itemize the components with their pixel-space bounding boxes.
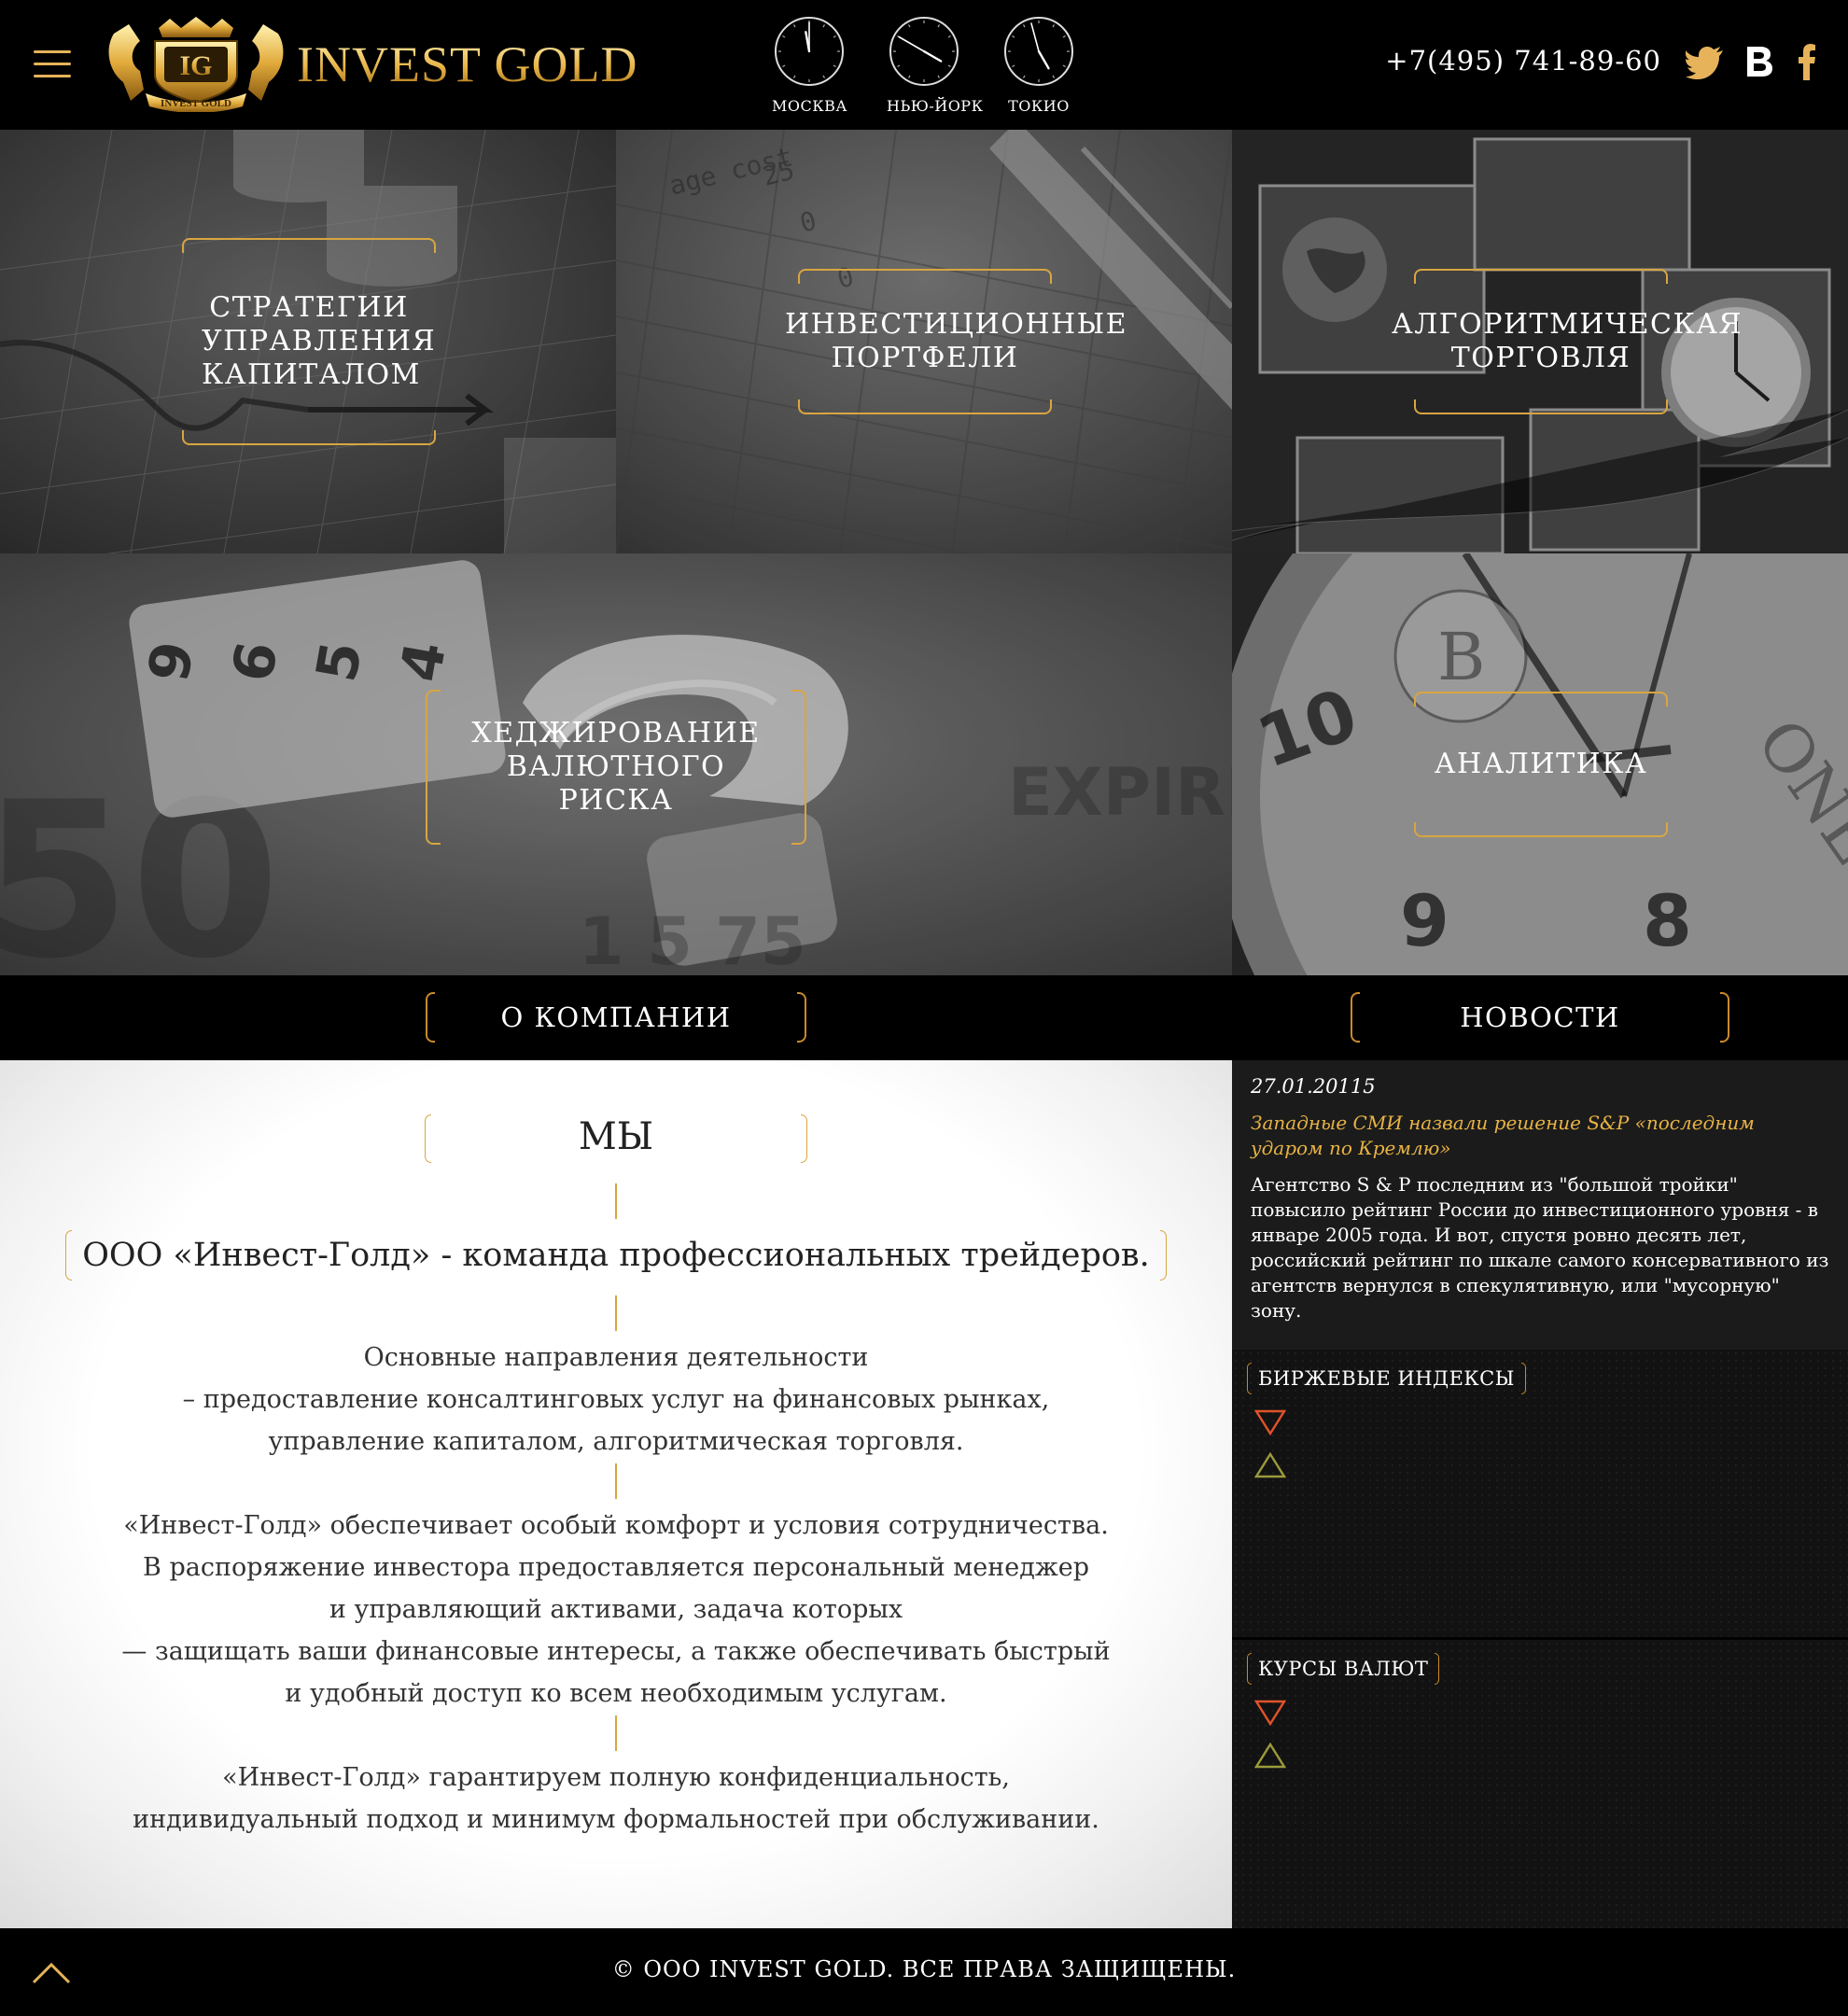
clock-face-icon	[889, 17, 959, 86]
currency-rates-widget: КУРСЫ ВАЛЮТ	[1232, 1640, 1848, 1928]
tile-algorithmic-trading[interactable]: АЛГОРИТМИЧЕСКАЯ ТОРГОВЛЯ	[1232, 130, 1848, 553]
about-title: МЫ	[578, 1115, 654, 1158]
divider	[615, 1715, 617, 1751]
logo[interactable]: IG INVEST GOLD	[103, 15, 289, 112]
clock-face-icon	[775, 17, 844, 86]
tile-label: АЛГОРИТМИЧЕСКАЯ ТОРГОВЛЯ	[1392, 308, 1743, 374]
clock-face-icon	[1004, 17, 1073, 86]
site-header: IG INVEST GOLD INVEST GOLD МОСКВА НЬЮ-ЙО…	[0, 0, 1848, 130]
phone-number[interactable]: +7(495) 741-89-60	[1385, 45, 1661, 77]
tile-label: ХЕДЖИРОВАНИЕ ВАЛЮТНОГО РИСКА	[471, 717, 761, 817]
text-line: В распоряжение инвестора предоставляется…	[143, 1553, 1089, 1582]
brand-name[interactable]: INVEST GOLD	[297, 35, 637, 93]
tile-label-frame: АНАЛИТИКА	[1414, 692, 1668, 837]
tile-currency-hedging[interactable]: 50 9 6 5 4 EXPIRE1 5 75 ХЕДЖИРОВАНИЕ ВАЛ…	[0, 553, 1232, 975]
widget-label: КУРСЫ ВАЛЮТ	[1247, 1653, 1440, 1685]
tile-label-frame: ИНВЕСТИЦИОННЫЕ ПОРТФЕЛИ	[785, 269, 1127, 414]
text-line: «Инвест-Голд» обеспечивает особый комфор…	[123, 1511, 1109, 1540]
triangle-up-icon	[1254, 1452, 1286, 1478]
tile-investment-portfolios[interactable]: 25 0 0 age cost ИНВЕСТИЦИОННЫЕ ПОРТФЕЛИ	[616, 130, 1232, 553]
news-body: Агентство S & P последним из "большой тр…	[1251, 1173, 1829, 1322]
text-line: – предоставление консалтинговых услуг на…	[182, 1385, 1050, 1414]
section-tabs: О КОМПАНИИ НОВОСТИ	[0, 975, 1848, 1060]
tile-label: АНАЛИТИКА	[1434, 748, 1648, 780]
clock-city: НЬЮ-ЙОРК	[887, 97, 984, 115]
widget-label: БИРЖЕВЫЕ ИНДЕКСЫ	[1247, 1363, 1526, 1394]
tile-label: СТРАТЕГИИ УПРАВЛЕНИЯ КАПИТАЛОМ	[202, 291, 437, 391]
tile-label-frame: ХЕДЖИРОВАНИЕ ВАЛЮТНОГО РИСКА	[426, 690, 806, 845]
about-lead: ООО «Инвест-Голд» - команда профессионал…	[82, 1237, 1150, 1274]
text-line: Основные направления деятельности	[363, 1343, 869, 1372]
text-line: индивидуальный подход и минимум формальн…	[133, 1805, 1099, 1834]
news-date: 27.01.20115	[1251, 1075, 1376, 1098]
twitter-icon[interactable]	[1686, 43, 1725, 80]
copyright: © ООО INVEST GOLD. ВСЕ ПРАВА ЗАЩИЩЕНЫ.	[611, 1956, 1237, 1982]
menu-icon[interactable]	[34, 50, 71, 78]
clock-city: ТОКИО	[1008, 97, 1070, 115]
tile-label-frame: СТРАТЕГИИ УПРАВЛЕНИЯ КАПИТАЛОМ	[182, 238, 436, 445]
tile-label-frame: АЛГОРИТМИЧЕСКАЯ ТОРГОВЛЯ	[1392, 269, 1742, 414]
tile-analytics[interactable]: 10 9 8 B ONE АНАЛИТИКА	[1232, 553, 1848, 975]
logo-sub: INVEST GOLD	[161, 98, 231, 109]
triangle-down-icon	[1254, 1700, 1286, 1726]
news-headline[interactable]: Западные СМИ назвали решение S&P «послед…	[1251, 1111, 1829, 1161]
tile-capital-strategies[interactable]: СТРАТЕГИИ УПРАВЛЕНИЯ КАПИТАЛОМ	[0, 130, 616, 553]
clock-tokyo: ТОКИО	[1001, 15, 1076, 115]
text-line: и удобный доступ ко всем необходимым усл…	[285, 1679, 947, 1708]
divider	[615, 1183, 617, 1219]
tab-label: О КОМПАНИИ	[500, 1001, 732, 1033]
triangle-down-icon	[1254, 1409, 1286, 1435]
clock-city: МОСКВА	[772, 97, 847, 115]
text-line: управление капиталом, алгоритмическая то…	[268, 1427, 964, 1456]
about-panel: МЫ ООО «Инвест-Голд» - команда профессио…	[0, 1060, 1232, 1928]
tab-label: НОВОСТИ	[1460, 1001, 1620, 1033]
news-item[interactable]: 27.01.20115 Западные СМИ назвали решение…	[1232, 1060, 1848, 1350]
stock-indices-widget: БИРЖЕВЫЕ ИНДЕКСЫ	[1232, 1350, 1848, 1637]
text-line: и управляющий активами, задача которых	[329, 1595, 903, 1624]
about-paragraph: Основные направления деятельности – пред…	[0, 1337, 1232, 1463]
tab-news[interactable]: НОВОСТИ	[1351, 992, 1729, 1043]
divider	[615, 1295, 617, 1331]
about-paragraph: «Инвест-Голд» обеспечивает особый комфор…	[0, 1505, 1232, 1715]
divider	[615, 1463, 617, 1499]
tab-about[interactable]: О КОМПАНИИ	[426, 992, 806, 1043]
text-line: «Инвест-Голд» гарантируем полную конфиде…	[222, 1763, 1010, 1792]
clock-newyork: НЬЮ-ЙОРК	[887, 15, 984, 115]
clock-moscow: МОСКВА	[772, 15, 847, 115]
tile-label: ИНВЕСТИЦИОННЫЕ ПОРТФЕЛИ	[785, 308, 1128, 374]
about-paragraph: «Инвест-Голд» гарантируем полную конфиде…	[0, 1757, 1232, 1841]
triangle-up-icon	[1254, 1743, 1286, 1769]
site-footer: © ООО INVEST GOLD. ВСЕ ПРАВА ЗАЩИЩЕНЫ.	[0, 1928, 1848, 2016]
logo-mark: IG	[179, 50, 212, 81]
facebook-icon[interactable]	[1798, 43, 1816, 80]
vk-icon[interactable]	[1745, 43, 1773, 80]
text-line: — защищать ваши финансовые интересы, а т…	[121, 1637, 1111, 1666]
